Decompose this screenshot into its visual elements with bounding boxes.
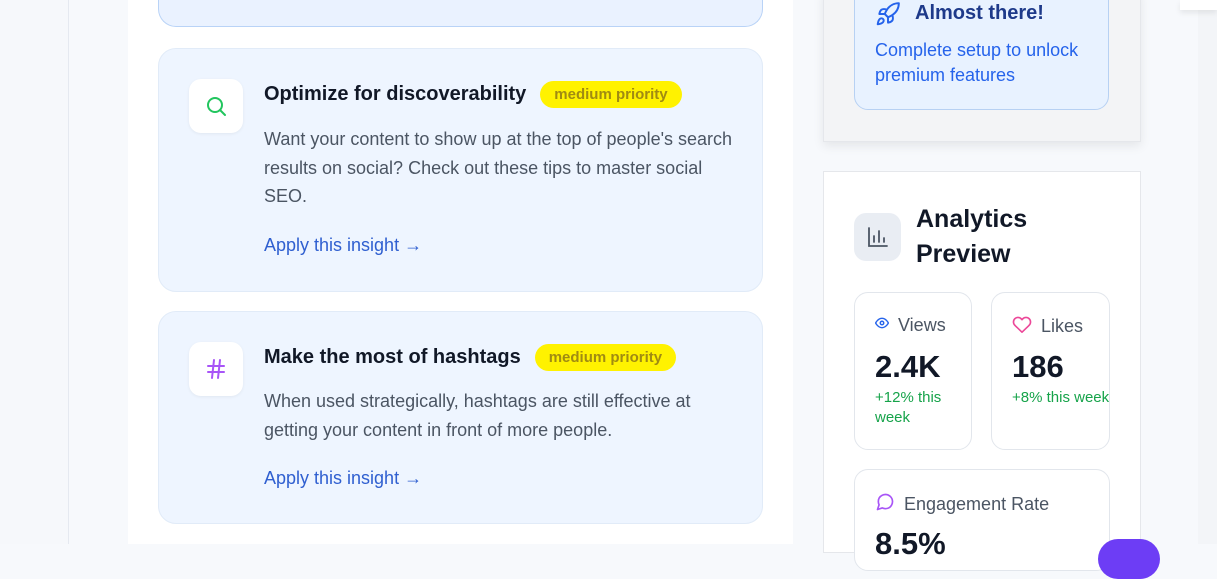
- left-rail: [0, 0, 69, 544]
- views-label: Views: [898, 315, 946, 335]
- likes-change: +8% this week: [1012, 389, 1110, 406]
- views-value: 2.4K: [875, 349, 941, 384]
- likes-value: 186: [1012, 349, 1064, 384]
- previous-insight-card: [158, 0, 763, 27]
- setup-title: Almost there!: [915, 2, 1044, 24]
- heart-icon: [1012, 315, 1032, 338]
- apply-insight-link[interactable]: Apply this insight →: [264, 235, 422, 256]
- hashtag-icon: [189, 342, 243, 396]
- views-change: +12% this week: [875, 389, 942, 426]
- insight-header: Make the most of hashtags medium priorit…: [264, 344, 677, 371]
- rocket-icon: [875, 1, 901, 32]
- analytics-title: Analytics Preview: [916, 205, 1028, 268]
- message-circle-icon: [875, 492, 895, 517]
- insight-title: Optimize for discoverability: [264, 83, 527, 105]
- eye-icon: [874, 316, 890, 335]
- insight-title: Make the most of hashtags: [264, 346, 521, 368]
- stat-label-row: Views: [874, 315, 946, 336]
- setup-text: Complete setup to unlock premium feature…: [875, 40, 1079, 85]
- top-right-popover-edge: [1180, 0, 1217, 10]
- priority-badge: medium priority: [540, 81, 682, 108]
- insight-card-hashtags: Make the most of hashtags medium priorit…: [158, 311, 763, 524]
- insight-header: Optimize for discoverability medium prio…: [264, 81, 682, 108]
- scroll-area-edge: [1198, 0, 1217, 544]
- likes-label: Likes: [1041, 316, 1084, 336]
- stat-label-row: Engagement Rate: [875, 492, 1049, 517]
- engagement-stat-card: Engagement Rate 8.5%: [854, 469, 1110, 571]
- engagement-value: 8.5%: [875, 526, 946, 561]
- views-stat-card: Views 2.4K +12% this week: [854, 292, 972, 450]
- search-icon: [189, 79, 243, 133]
- insight-card-discoverability: Optimize for discoverability medium prio…: [158, 48, 763, 292]
- bar-chart-icon: [854, 213, 901, 261]
- floating-action-button[interactable]: [1098, 539, 1160, 579]
- insight-description: Want your content to show up at the top …: [264, 129, 733, 206]
- insight-description: When used strategically, hashtags are st…: [264, 391, 691, 440]
- apply-insight-link[interactable]: Apply this insight →: [264, 468, 422, 489]
- likes-stat-card: Likes 186 +8% this week: [991, 292, 1110, 450]
- priority-badge: medium priority: [534, 344, 677, 371]
- stat-label-row: Likes: [1012, 315, 1083, 338]
- engagement-label: Engagement Rate: [904, 494, 1050, 514]
